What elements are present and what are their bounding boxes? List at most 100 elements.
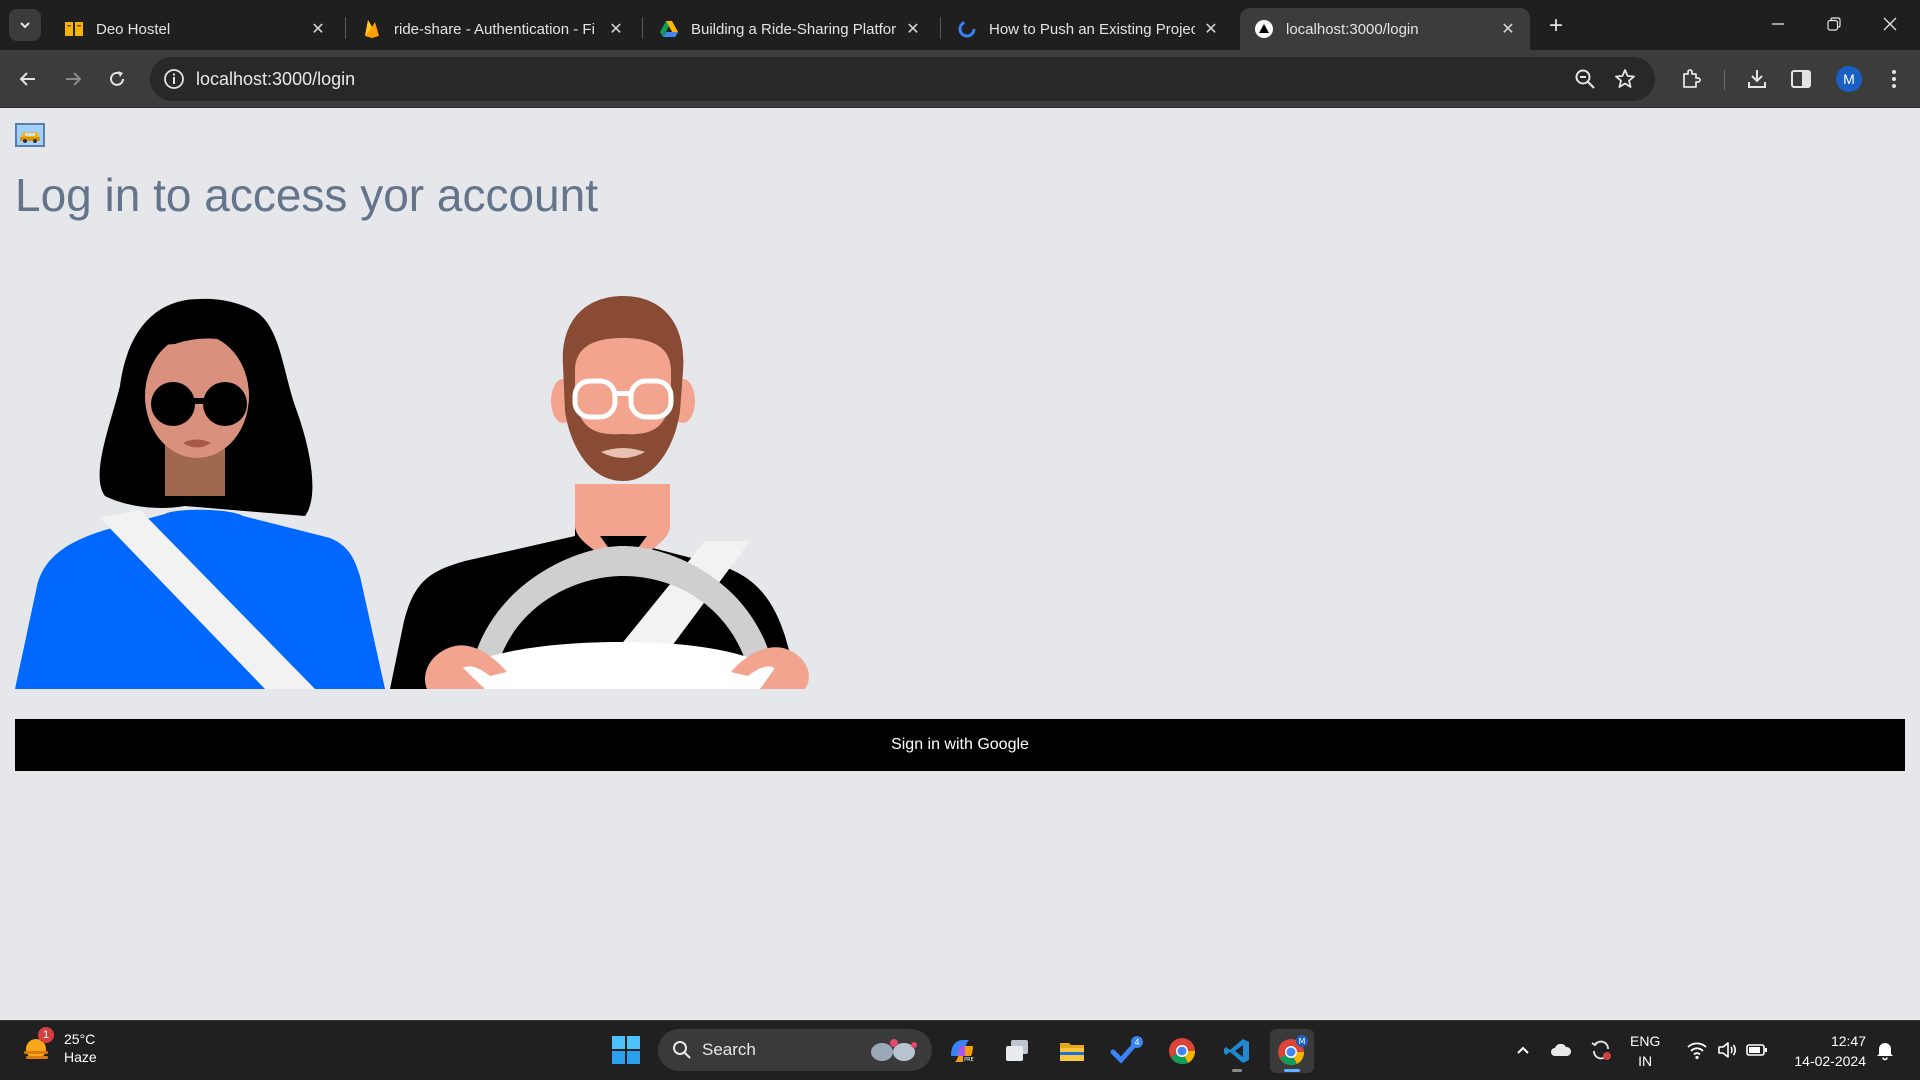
clock-date: 14-02-2024: [1794, 1053, 1866, 1069]
weather-badge: 1: [38, 1027, 54, 1043]
search-highlight-birds-icon: [871, 1039, 917, 1061]
taskbar-todo[interactable]: 4: [1105, 1029, 1149, 1073]
tab-title: localhost:3000/login: [1286, 20, 1419, 38]
checkmark-todo-icon: 4: [1110, 1036, 1143, 1064]
refresh-sync-icon: [957, 19, 977, 39]
window-close-button[interactable]: [1862, 0, 1918, 48]
taskbar-vscode[interactable]: [1215, 1029, 1259, 1073]
taskbar-search-box[interactable]: Search: [658, 1029, 932, 1071]
windows-logo-icon: [612, 1036, 640, 1064]
restore-icon: [1827, 17, 1841, 31]
book-icon: [64, 19, 84, 39]
taskbar-copilot[interactable]: PRE: [940, 1029, 984, 1073]
profile-avatar[interactable]: M: [1836, 66, 1862, 92]
language-top: ENG: [1630, 1033, 1661, 1049]
cloud-icon: [1551, 1043, 1572, 1056]
sign-in-with-google-button[interactable]: Sign in with Google: [15, 719, 1905, 771]
restore-button[interactable]: [1806, 0, 1862, 48]
reload-button[interactable]: [101, 63, 133, 95]
windows-taskbar: 1 25°C Haze Search PRE 4 M ENG IN 12:47 …: [0, 1020, 1920, 1080]
tab-strip: Deo Hostel ✕ ride-share - Authentication…: [0, 0, 1920, 50]
zoom-out-icon[interactable]: [1573, 67, 1597, 91]
back-button[interactable]: [12, 63, 44, 95]
close-icon[interactable]: ✕: [1498, 19, 1518, 39]
tab-ride-share-auth[interactable]: ride-share - Authentication - Fi ✕: [348, 8, 638, 50]
weather-condition: Haze: [64, 1049, 97, 1065]
tab-divider: [642, 17, 643, 39]
todo-badge: 4: [1134, 1038, 1139, 1047]
close-icon[interactable]: ✕: [308, 19, 328, 39]
address-bar[interactable]: localhost:3000/login: [150, 57, 1655, 101]
arrow-left-icon: [19, 72, 35, 86]
taskbar-chrome-profile[interactable]: M: [1270, 1029, 1314, 1073]
start-button[interactable]: [610, 1034, 642, 1066]
weather-temperature: 25°C: [64, 1031, 96, 1047]
copilot-icon: PRE: [951, 1040, 975, 1063]
address-url: localhost:3000/login: [196, 69, 356, 89]
puzzle-icon: [1683, 69, 1701, 88]
wifi-tray[interactable]: [1684, 1037, 1710, 1063]
sync-tray[interactable]: [1588, 1037, 1614, 1063]
sync-icon: [1591, 1040, 1611, 1060]
language-bottom: IN: [1638, 1053, 1653, 1069]
browser-toolbar: localhost:3000/login M: [0, 50, 1920, 108]
chrome-icon: [1169, 1038, 1196, 1065]
new-tab-button[interactable]: +: [1542, 12, 1570, 40]
folder-icon: [1060, 1043, 1084, 1061]
login-page: Log in to access yor account Sign in wit…: [0, 108, 1920, 1020]
site-info-icon[interactable]: [162, 67, 186, 91]
tab-deo-hostel[interactable]: Deo Hostel ✕: [50, 8, 340, 50]
search-icon: [673, 1041, 691, 1059]
chevron-down-icon: [20, 22, 30, 29]
driver-figure: [390, 296, 809, 689]
triangle-icon: [1254, 19, 1274, 39]
tab-ride-sharing-platform[interactable]: Building a Ride-Sharing Platforr ✕: [645, 8, 935, 50]
browser-menu-button[interactable]: [1880, 65, 1908, 93]
arrow-right-icon: [66, 72, 82, 86]
page-heading: Log in to access yor account: [15, 169, 598, 221]
chrome-profile-icon: M: [1278, 1035, 1308, 1066]
language-indicator[interactable]: ENG IN: [1630, 1031, 1660, 1071]
tab-search-button[interactable]: [9, 9, 41, 41]
wifi-icon: [1687, 1042, 1707, 1060]
bell-icon: [1877, 1043, 1893, 1061]
tab-title: Deo Hostel: [96, 20, 171, 38]
task-view-icon: [1006, 1040, 1028, 1061]
chevron-up-icon: [1517, 1046, 1529, 1054]
onedrive-tray[interactable]: [1548, 1037, 1574, 1063]
taskbar-task-view[interactable]: [995, 1029, 1039, 1073]
running-indicator: [1232, 1069, 1242, 1072]
close-icon[interactable]: ✕: [606, 19, 626, 39]
tab-divider: [345, 17, 346, 39]
close-icon: [1883, 17, 1897, 31]
weather-haze-icon: 1: [18, 1027, 56, 1067]
google-drive-icon: [659, 19, 679, 39]
show-hidden-icons-button[interactable]: [1510, 1037, 1536, 1063]
active-indicator: [1284, 1069, 1300, 1072]
minimize-button[interactable]: [1750, 0, 1806, 48]
clock-time: 12:47: [1830, 1033, 1866, 1049]
downloads-button[interactable]: [1743, 65, 1771, 93]
tab-divider: [940, 17, 941, 39]
svg-text:PRE: PRE: [964, 1057, 974, 1063]
volume-tray[interactable]: [1714, 1037, 1740, 1063]
taskbar-file-explorer[interactable]: [1050, 1029, 1094, 1073]
extensions-button[interactable]: [1677, 65, 1705, 93]
reload-icon: [110, 71, 124, 86]
close-icon[interactable]: ✕: [1201, 19, 1221, 39]
forward-button[interactable]: [57, 63, 89, 95]
tab-localhost-login[interactable]: localhost:3000/login ✕: [1240, 8, 1530, 50]
close-icon[interactable]: ✕: [903, 19, 923, 39]
system-clock[interactable]: 12:47 14-02-2024: [1782, 1031, 1866, 1071]
battery-tray[interactable]: [1744, 1037, 1770, 1063]
notifications-button[interactable]: [1872, 1037, 1898, 1063]
toolbar-divider: [1724, 70, 1725, 90]
side-panel-button[interactable]: [1787, 65, 1815, 93]
side-panel-icon: [1791, 70, 1811, 88]
tab-title: How to Push an Existing Project: [989, 20, 1195, 38]
tab-push-existing-project[interactable]: How to Push an Existing Project ✕: [943, 8, 1233, 50]
tab-title: ride-share - Authentication - Fi: [394, 20, 595, 38]
weather-widget[interactable]: 1 25°C Haze: [18, 1027, 97, 1067]
taskbar-chrome[interactable]: [1160, 1029, 1204, 1073]
bookmark-star-icon[interactable]: [1613, 67, 1637, 91]
